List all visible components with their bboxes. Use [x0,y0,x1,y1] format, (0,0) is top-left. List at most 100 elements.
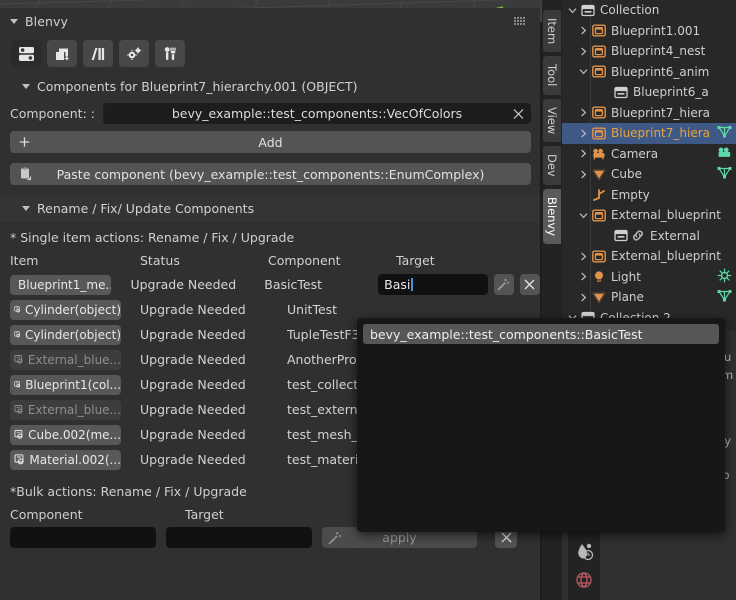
empty-axes-icon [590,188,607,202]
component-cell: UnitTest [287,302,338,317]
target-apply-button[interactable] [493,274,514,295]
bulk-target-input[interactable] [166,527,312,548]
autocomplete-option[interactable]: bevy_example::test_components::BasicTest [363,324,719,344]
grip-dots-icon[interactable] [514,17,526,26]
camera-data-icon [718,147,731,157]
outliner-row[interactable]: Blueprint6_a [562,82,736,103]
outliner-row[interactable]: Plane [562,287,736,308]
outliner[interactable]: Collection Blueprint1.001 Blueprint4_nest B… [562,0,736,330]
blueprint-item-icon [14,381,21,388]
outliner-row[interactable]: Blueprint6_anim [562,62,736,83]
panel-header[interactable]: Blenvy [0,8,540,34]
tab-blenvy[interactable]: Blenvy [543,188,561,244]
outliner-row[interactable]: Camera [562,144,736,165]
toolbar-tools-button[interactable] [155,40,185,67]
toolbar-settings-button[interactable] [119,40,149,67]
outliner-row[interactable]: Blueprint1.001 [562,21,736,42]
settings-gears-icon [126,46,141,60]
light-data-icon[interactable] [717,267,732,286]
outliner-row[interactable]: Cube [562,164,736,185]
toolbar-assets-button[interactable] [83,40,113,67]
text-caret [411,278,413,291]
blueprints-icon [55,48,69,61]
close-icon [524,279,535,290]
blueprint-item-icon [14,454,24,465]
mesh-data-icon [717,126,732,138]
collection-instance-icon [591,209,606,222]
autocomplete-popup[interactable]: bevy_example::test_components::BasicTest [357,318,725,532]
outliner-row[interactable]: Blueprint4_nest [562,41,736,62]
item-chip[interactable]: Cube.002(me... [10,424,121,445]
mesh-object-icon [590,168,607,181]
item-chip[interactable]: Material.002(... [10,449,121,470]
tab-view[interactable]: View [543,98,561,142]
outliner-row-label: Blueprint7_hiera [611,126,710,141]
item-chip[interactable]: Cylinder(object) [10,324,121,345]
outliner-row[interactable]: External [562,226,736,247]
table-header-item: Item [10,253,39,268]
tab-dev[interactable]: Dev [543,145,561,185]
chevron-right-icon[interactable] [577,252,590,261]
tab-item[interactable]: Item [543,10,561,53]
outliner-row[interactable]: Light [562,267,736,288]
chevron-down-icon[interactable] [10,18,18,24]
outliner-row[interactable]: Blueprint7_hiera [562,103,736,124]
chevron-right-icon[interactable] [577,149,590,158]
item-chip[interactable]: External_blue... [10,349,121,370]
chevron-down-icon[interactable] [577,211,590,220]
chevron-right-icon[interactable] [577,47,590,56]
clear-component-icon[interactable] [513,108,524,119]
outliner-row[interactable]: External_blueprint [562,205,736,226]
item-label: Blueprint1_me... [18,277,112,292]
chevron-right-icon[interactable] [577,108,590,117]
tab-tool[interactable]: Tool [543,56,561,95]
components-section-header[interactable]: Components for Blueprint7_hierarchy.001 … [0,73,540,100]
camera-data-icon[interactable] [717,144,732,163]
chevron-right-icon[interactable] [577,272,590,281]
item-chip[interactable]: External_blue... [10,399,121,420]
outliner-row[interactable]: Collection [562,0,736,21]
chevron-down-icon[interactable] [22,84,30,89]
tab-label: Item [545,18,559,45]
item-chip[interactable]: Blueprint1(col... [10,374,121,395]
outliner-row[interactable]: Blueprint7_hiera [562,123,736,144]
assets-icon [91,47,104,60]
toolbar-components-button[interactable] [11,40,41,67]
components-section-title: Components for Blueprint7_hierarchy.001 … [37,79,358,94]
bulk-component-input[interactable] [10,527,156,548]
collection-instance-icon [590,45,607,58]
item-chip[interactable]: Cylinder(object) [10,299,121,320]
paste-component-button[interactable]: Paste component (bevy_example::test_comp… [10,163,531,185]
add-component-button[interactable]: Add [10,131,531,153]
chevron-down-icon[interactable] [566,6,579,15]
component-value-text: bevy_example::test_components::VecOfColo… [171,106,463,121]
chevron-down-icon[interactable] [577,67,590,76]
outliner-row[interactable]: External_blueprint [562,246,736,267]
target-clear-button[interactable] [519,274,540,295]
toolbar-blueprints-button[interactable] [47,40,77,67]
component-label: Component: : [10,106,95,121]
light-icon [590,270,607,283]
chevron-right-icon[interactable] [577,293,590,302]
empty-axes-icon [592,189,605,202]
collection-instance-icon [591,45,606,58]
outliner-row-label: Light [611,269,641,284]
blenvy-toolbar[interactable] [0,34,540,73]
rename-section-header[interactable]: Rename / Fix/ Update Components [0,195,540,222]
outliner-row[interactable]: Empty [562,185,736,206]
mesh-data-icon[interactable] [717,165,732,184]
chevron-down-icon[interactable] [22,206,30,211]
mesh-data-icon[interactable] [717,124,732,143]
chevron-right-icon[interactable] [577,129,590,138]
chevron-right-icon[interactable] [577,26,590,35]
chevron-right-icon[interactable] [577,170,590,179]
tab-label: View [545,106,559,134]
component-value-field[interactable]: bevy_example::test_components::VecOfColo… [102,103,531,124]
mesh-object-icon [591,169,606,180]
collection-instance-icon [590,127,607,140]
item-chip[interactable]: Blueprint1_me... [10,274,112,295]
mesh-data-icon[interactable] [717,288,732,307]
target-input[interactable]: Basi [378,274,488,295]
target-input-value: Basi [384,277,411,292]
bulk-target-label: Target [185,507,224,522]
